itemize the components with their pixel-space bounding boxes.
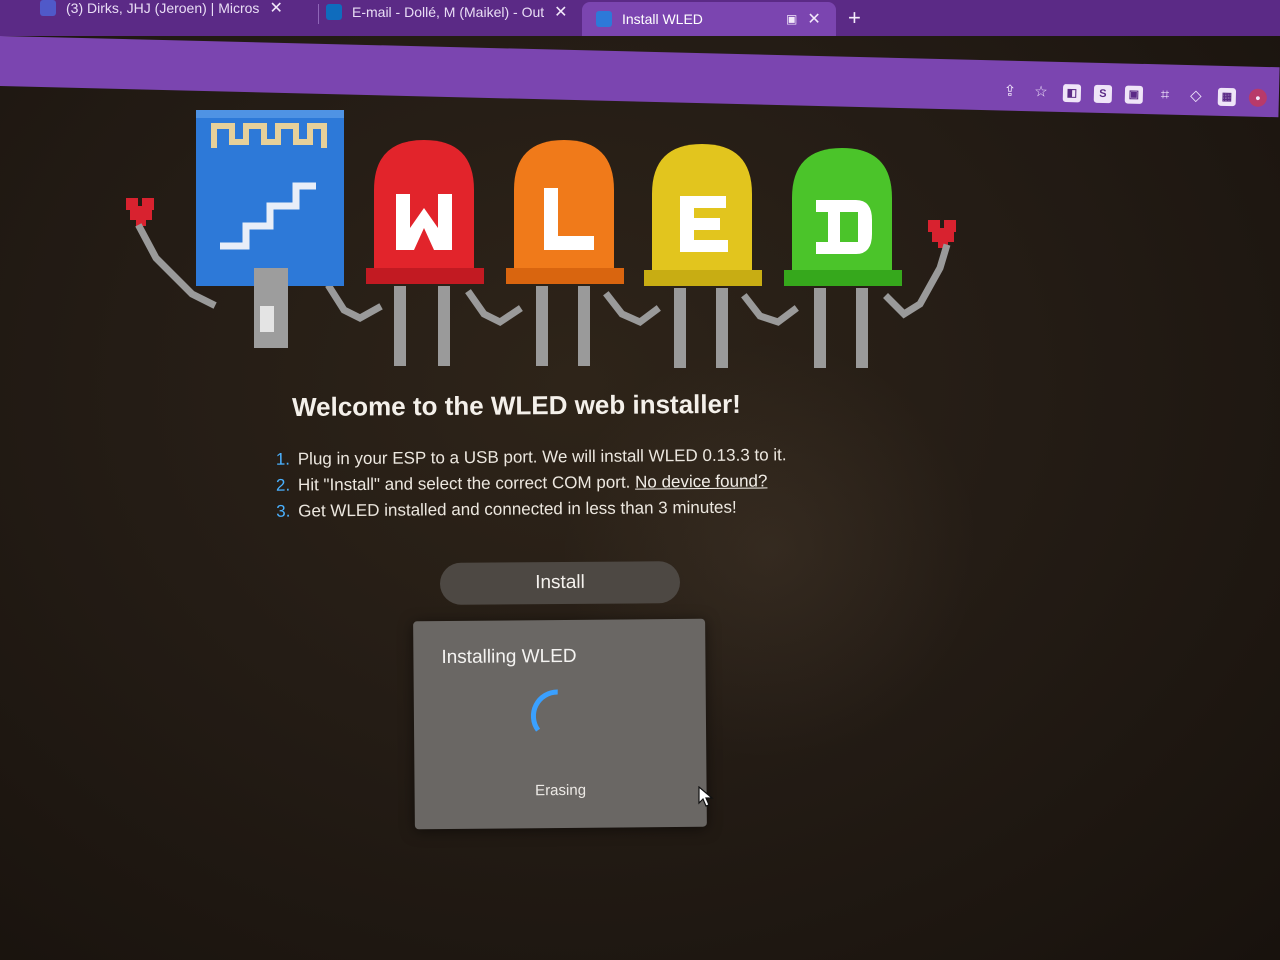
close-tab-icon[interactable]: ✕ (269, 0, 282, 18)
tab-title: E-mail - Dollé, M (Maikel) - Out (352, 4, 545, 20)
step-item: 3. Get WLED installed and connected in le… (276, 493, 896, 524)
outlook-icon (326, 4, 342, 20)
mouse-cursor-icon (698, 786, 714, 807)
step-number: 2. (275, 475, 291, 495)
install-steps: 1. Plug in your ESP to a USB port. We wil… (276, 441, 897, 524)
tab-install-wled[interactable]: Install WLED ▣ ✕ (582, 2, 836, 36)
esp-board-icon (196, 110, 344, 348)
screen: (3) Dirks, JHJ (Jeroen) | Micros ✕ E-mai… (0, 0, 1280, 960)
wled-logo (126, 110, 956, 368)
led-d-icon (784, 148, 902, 368)
led-l-icon (506, 140, 624, 366)
close-tab-icon[interactable]: ✕ (554, 2, 567, 22)
step-number: 1. (275, 449, 291, 469)
led-w-icon (366, 140, 484, 366)
browser-tab-strip: (3) Dirks, JHJ (Jeroen) | Micros ✕ E-mai… (0, 0, 1280, 36)
tab-divider (318, 4, 319, 24)
wled-icon (596, 11, 612, 27)
tab-title: (3) Dirks, JHJ (Jeroen) | Micros (66, 0, 260, 16)
welcome-heading: Welcome to the WLED web installer! (291, 388, 741, 422)
no-device-found-link[interactable]: No device found? (635, 471, 767, 491)
tab-search-icon[interactable]: ▣ (786, 12, 797, 26)
close-tab-icon[interactable]: ✕ (807, 9, 820, 29)
heart-icon (928, 220, 956, 248)
install-status: Erasing (535, 781, 587, 800)
installer-page: Welcome to the WLED web installer! 1. Plu… (0, 90, 1280, 960)
teams-icon (40, 0, 56, 16)
install-button[interactable]: Install (439, 561, 681, 605)
tab-teams[interactable]: (3) Dirks, JHJ (Jeroen) | Micros ✕ (40, 0, 310, 24)
tab-title: Install WLED (622, 11, 703, 27)
step-text: Hit "Install" and select the correct COM… (297, 472, 636, 495)
step-text: Get WLED installed and connected in less… (298, 497, 737, 521)
led-e-icon (644, 144, 762, 368)
step-number: 3. (276, 501, 291, 521)
new-tab-button[interactable]: + (848, 7, 861, 29)
heart-icon (126, 198, 154, 226)
dialog-title: Installing WLED (441, 645, 577, 669)
tab-outlook[interactable]: E-mail - Dollé, M (Maikel) - Out ✕ (326, 0, 576, 28)
installing-dialog: Installing WLED Erasing (413, 618, 707, 830)
step-text: Plug in your ESP to a USB port. We will … (297, 445, 787, 469)
progress-spinner-icon (530, 689, 558, 732)
